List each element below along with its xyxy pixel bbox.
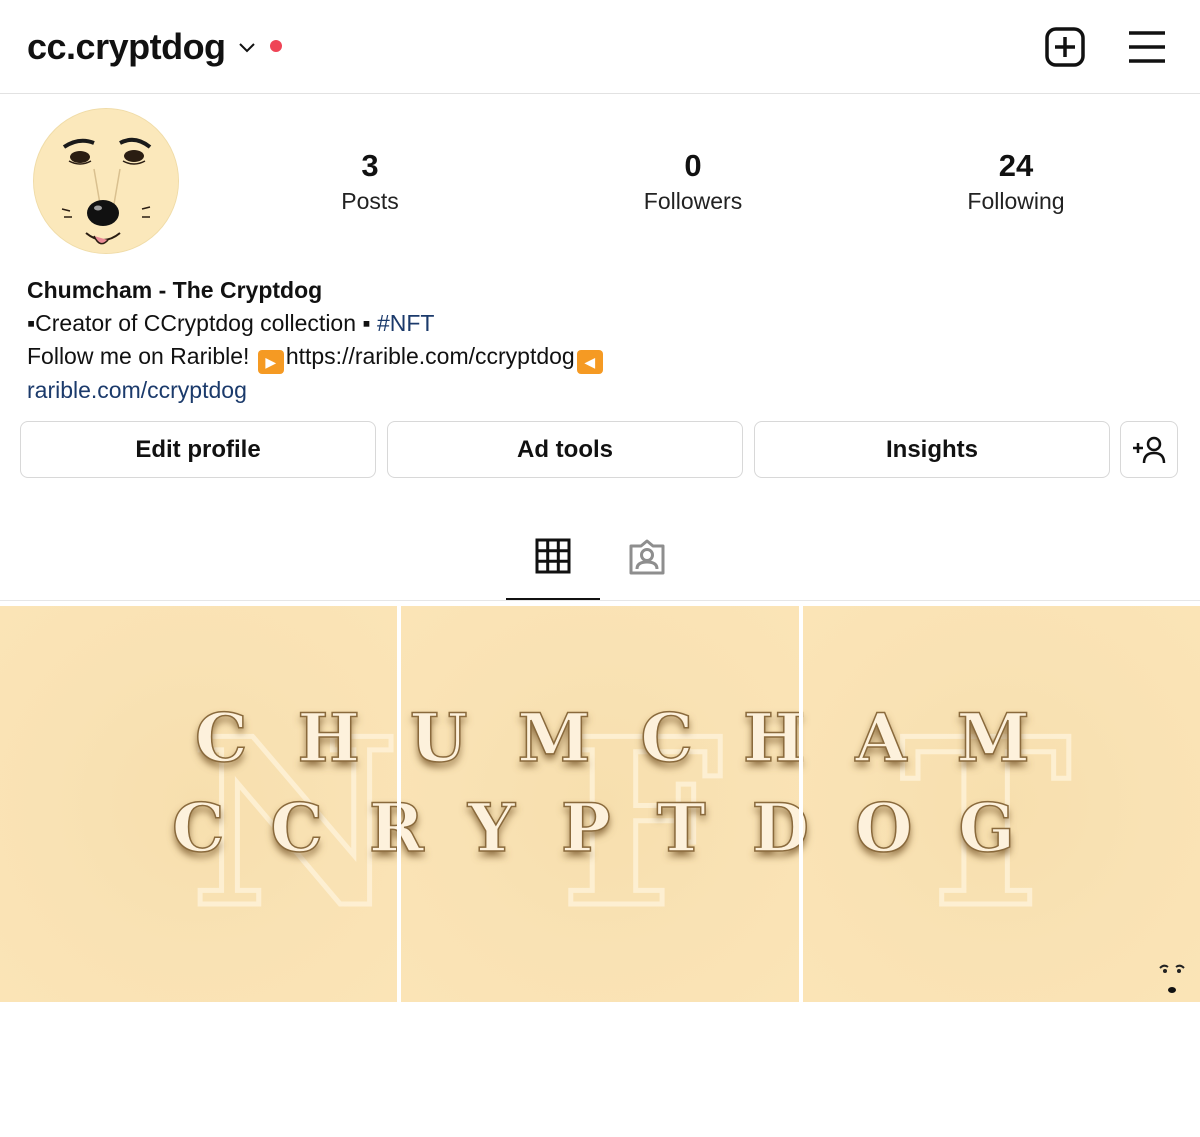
banner-artwork-image: N F T CHUMCHAM CCRYPTDOG CHUMCHAM CCRYPT… (401, 687, 799, 962)
post-thumbnail[interactable]: N F T CHUMCHAM CCRYPTDOG CHUMCHAM CCRYPT… (401, 606, 799, 1002)
bio-line-1-text: ▪Creator of CCryptdog collection ▪ (27, 310, 377, 336)
posts-stat[interactable]: 3 Posts (270, 148, 470, 215)
hashtag-link[interactable]: #NFT (377, 310, 435, 336)
svg-text:CCRYPTDOG: CCRYPTDOG (401, 789, 799, 867)
bio: Chumcham - The Cryptdog ▪Creator of CCry… (27, 274, 1177, 407)
hamburger-menu-icon[interactable] (1126, 26, 1168, 68)
bio-line-2: Follow me on Rarible! ▶ https://rarible.c… (27, 340, 1177, 374)
banner-artwork-image: N F T CHUMCHAM CCRYPTDOG CHUMCHAM CCRYPT… (171, 687, 397, 962)
tab-grid[interactable] (506, 538, 600, 600)
username[interactable]: cc.cryptdog (27, 26, 226, 68)
add-person-icon (1133, 436, 1166, 463)
following-count: 24 (998, 148, 1034, 183)
tagged-person-icon (629, 539, 665, 575)
post-thumbnail[interactable]: N F T CHUMCHAM CCRYPTDOG CHUMCHAM CCRYPT… (0, 606, 397, 1002)
ad-tools-button[interactable]: Ad tools (387, 421, 743, 478)
svg-text:CHUMCHAM: CHUMCHAM (195, 699, 397, 777)
bio-url-text: https://rarible.com/ccryptdog (285, 343, 575, 369)
svg-text:CCRYPTDOG: CCRYPTDOG (803, 789, 1061, 867)
following-label: Following (967, 188, 1065, 214)
followers-stat[interactable]: 0 Followers (593, 148, 793, 215)
tab-divider (0, 600, 1200, 601)
bio-line-2-prefix: Follow me on Rarible! (27, 343, 256, 369)
dog-face-avatar-image (34, 109, 178, 253)
bio-line-1: ▪Creator of CCryptdog collection ▪ #NFT (27, 307, 1177, 340)
edit-profile-button[interactable]: Edit profile (20, 421, 376, 478)
chevron-down-icon[interactable] (236, 36, 258, 58)
followers-count: 0 (684, 148, 702, 183)
svg-text:CCRYPTDOG: CCRYPTDOG (172, 789, 397, 867)
avatar[interactable] (33, 108, 179, 254)
reverse-button-emoji-icon: ◀ (576, 350, 603, 374)
banner-artwork-image: N F T CHUMCHAM CCRYPTDOG CHUMCHAM CCRYPT… (803, 687, 1185, 993)
play-button-emoji-icon: ▶ (257, 350, 284, 374)
followers-label: Followers (643, 188, 743, 214)
post-thumbnail[interactable]: N F T CHUMCHAM CCRYPTDOG CHUMCHAM CCRYPT… (803, 606, 1200, 1002)
plus-square-icon[interactable] (1044, 26, 1086, 68)
tab-tagged[interactable] (600, 538, 694, 600)
website-link[interactable]: rarible.com/ccryptdog (27, 374, 1177, 407)
grid-icon (535, 538, 571, 574)
top-bar: cc.cryptdog (0, 0, 1200, 94)
insights-button[interactable]: Insights (754, 421, 1110, 478)
posts-count: 3 (361, 148, 379, 183)
svg-text:CHUMCHAM: CHUMCHAM (401, 699, 799, 777)
display-name: Chumcham - The Cryptdog (27, 277, 323, 303)
discover-people-button[interactable] (1120, 421, 1178, 478)
notification-dot (270, 40, 282, 52)
following-stat[interactable]: 24 Following (916, 148, 1116, 215)
posts-label: Posts (341, 188, 399, 214)
svg-text:CHUMCHAM: CHUMCHAM (803, 699, 1080, 777)
